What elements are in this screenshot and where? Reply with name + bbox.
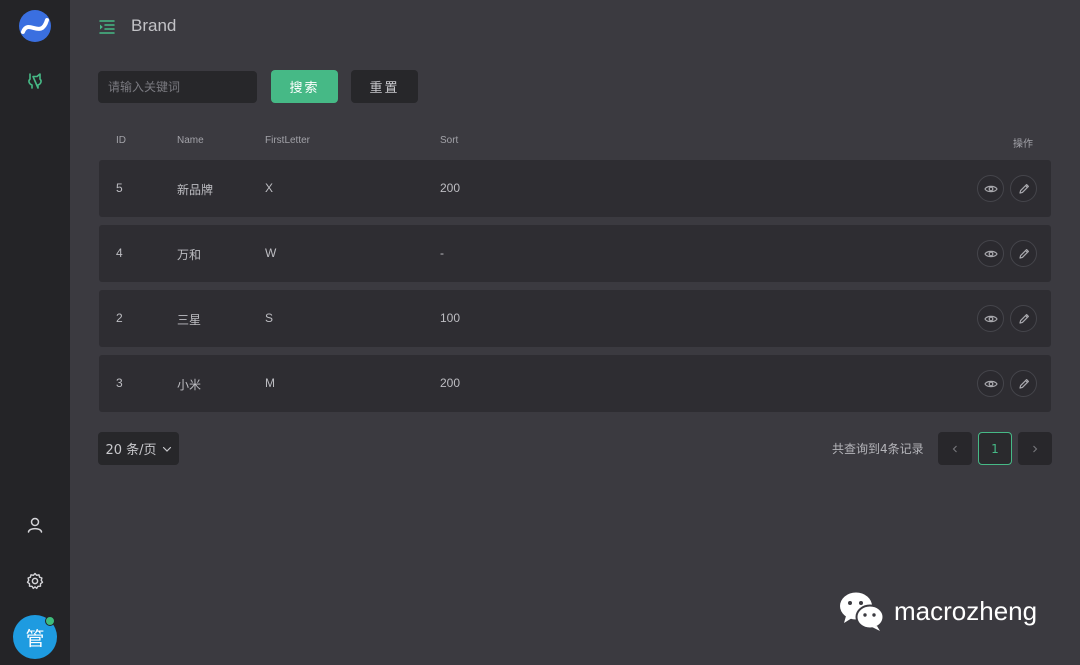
cell-id: 5: [116, 181, 123, 195]
cell-sort: -: [440, 246, 444, 260]
column-header-actions: 操作: [1013, 139, 1033, 150]
chevron-down-icon: [162, 446, 171, 452]
edit-button[interactable]: [1010, 240, 1037, 267]
page-size-select[interactable]: 20 条/页: [98, 432, 179, 465]
table-row: 4 万和 W -: [99, 225, 1051, 282]
eye-icon: [983, 380, 998, 387]
cell-name: 三星: [177, 313, 202, 327]
edit-button[interactable]: [1010, 305, 1037, 332]
total-records-text: 共查询到4条记录: [832, 442, 924, 456]
page-button-current[interactable]: 1: [978, 432, 1012, 465]
menu-fold-icon[interactable]: [98, 18, 116, 36]
logo-icon[interactable]: [19, 10, 51, 42]
online-status-dot: [45, 616, 55, 626]
reset-button[interactable]: 重置: [351, 70, 418, 103]
watermark: macrozheng: [838, 590, 1037, 632]
cell-sort: 100: [440, 311, 461, 325]
pencil-icon: [1018, 313, 1029, 324]
github-icon[interactable]: [25, 71, 45, 91]
cell-first-letter: S: [265, 311, 274, 325]
chevron-right-icon: [1033, 445, 1038, 452]
eye-icon: [983, 315, 998, 322]
pencil-icon: [1018, 378, 1029, 389]
eye-icon: [983, 185, 998, 192]
column-header-sort: Sort: [440, 135, 459, 146]
column-header-first-letter: FirstLetter: [265, 135, 311, 146]
table-row: 2 三星 S 100: [99, 290, 1051, 347]
column-header-id: ID: [116, 135, 126, 146]
search-button[interactable]: 搜索: [271, 70, 338, 103]
cell-name: 小米: [177, 378, 202, 392]
cell-first-letter: M: [265, 376, 275, 390]
cell-name: 万和: [177, 248, 202, 262]
cell-id: 3: [116, 376, 123, 390]
cell-id: 2: [116, 311, 123, 325]
chevron-left-icon: [952, 445, 957, 452]
table-row: 5 新品牌 X 200: [99, 160, 1051, 217]
watermark-text: macrozheng: [894, 595, 1038, 626]
pencil-icon: [1018, 183, 1029, 194]
cell-sort: 200: [440, 181, 461, 195]
prev-page-button[interactable]: [938, 432, 972, 465]
gear-icon[interactable]: [25, 571, 45, 591]
edit-button[interactable]: [1010, 370, 1037, 397]
cell-first-letter: W: [265, 246, 277, 260]
view-button[interactable]: [977, 240, 1004, 267]
search-input[interactable]: [98, 71, 257, 103]
next-page-button[interactable]: [1018, 432, 1052, 465]
view-button[interactable]: [977, 175, 1004, 202]
eye-icon: [983, 250, 998, 257]
cell-id: 4: [116, 246, 123, 260]
view-button[interactable]: [977, 370, 1004, 397]
page-size-label: 20 条/页: [105, 443, 157, 458]
column-header-name: Name: [177, 135, 204, 146]
sidebar: 管: [0, 0, 70, 665]
cell-name: 新品牌: [177, 183, 214, 197]
user-icon[interactable]: [25, 515, 45, 535]
cell-sort: 200: [440, 376, 461, 390]
edit-button[interactable]: [1010, 175, 1037, 202]
table-row: 3 小米 M 200: [99, 355, 1051, 412]
pencil-icon: [1018, 248, 1029, 259]
page-title: Brand: [131, 16, 177, 35]
view-button[interactable]: [977, 305, 1004, 332]
cell-first-letter: X: [265, 181, 274, 195]
wechat-icon: [840, 592, 885, 631]
